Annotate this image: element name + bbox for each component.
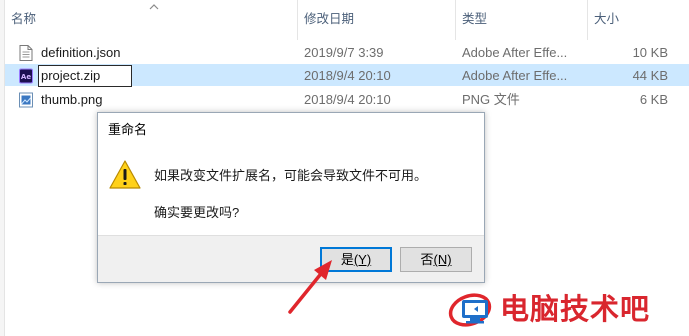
file-size: 6 KB <box>639 92 668 107</box>
dialog-title-bar[interactable]: 重命名 <box>98 113 484 143</box>
file-date: 2018/9/4 20:10 <box>304 68 391 83</box>
no-button-label: 否 <box>420 252 434 267</box>
rename-input-value: project.zip <box>41 68 101 83</box>
after-effects-file-icon: Ae <box>19 68 33 84</box>
dialog-body: 如果改变文件扩展名，可能会导致文件不可用。 确实要更改吗? <box>98 143 484 235</box>
column-header-name-label: 名称 <box>11 12 37 26</box>
column-header-date-label: 修改日期 <box>304 12 355 26</box>
no-button-accelerator: (N) <box>433 252 452 267</box>
file-type: Adobe After Effe... <box>462 68 568 83</box>
file-name: thumb.png <box>41 92 103 107</box>
column-header-bar: 名称 修改日期 类型 大小 <box>0 0 689 40</box>
rename-input[interactable]: project.zip <box>38 65 132 87</box>
column-header-size[interactable]: 大小 <box>588 0 689 40</box>
file-type: Adobe After Effe... <box>462 45 568 60</box>
yes-button-accelerator: (Y) <box>353 252 372 267</box>
no-button[interactable]: 否(N) <box>400 247 472 272</box>
svg-text:Ae: Ae <box>21 73 31 81</box>
warning-icon <box>109 160 141 189</box>
sort-ascending-icon <box>149 4 159 10</box>
json-file-icon <box>19 45 33 61</box>
file-row-definition[interactable]: definition.json 2019/9/7 3:39 Adobe Afte… <box>5 42 689 64</box>
file-size: 10 KB <box>632 45 668 60</box>
file-row-thumb[interactable]: thumb.png 2018/9/4 20:10 PNG 文件 6 KB <box>5 89 689 111</box>
column-header-type-label: 类型 <box>462 12 488 26</box>
file-date: 2018/9/4 20:10 <box>304 92 391 107</box>
file-date: 2019/9/7 3:39 <box>304 45 384 60</box>
column-header-date[interactable]: 修改日期 <box>298 0 455 40</box>
annotation-arrow-icon <box>288 260 332 314</box>
png-file-icon <box>19 92 33 108</box>
file-row-project[interactable]: Ae project.zip 2018/9/4 20:10 Adobe Afte… <box>5 64 689 87</box>
dialog-message: 如果改变文件扩展名，可能会导致文件不可用。 <box>154 168 428 183</box>
dialog-question: 确实要更改吗? <box>154 205 240 220</box>
column-header-size-label: 大小 <box>594 12 620 26</box>
watermark: 电脑技术吧 <box>448 289 689 333</box>
column-header-type[interactable]: 类型 <box>456 0 587 40</box>
yes-button-label: 是 <box>340 252 354 267</box>
dialog-title: 重命名 <box>108 122 148 137</box>
file-name: definition.json <box>41 45 121 60</box>
computer-logo-icon <box>448 293 492 327</box>
watermark-text: 电脑技术吧 <box>500 292 651 326</box>
file-size: 44 KB <box>632 68 668 83</box>
file-type: PNG 文件 <box>462 92 520 107</box>
